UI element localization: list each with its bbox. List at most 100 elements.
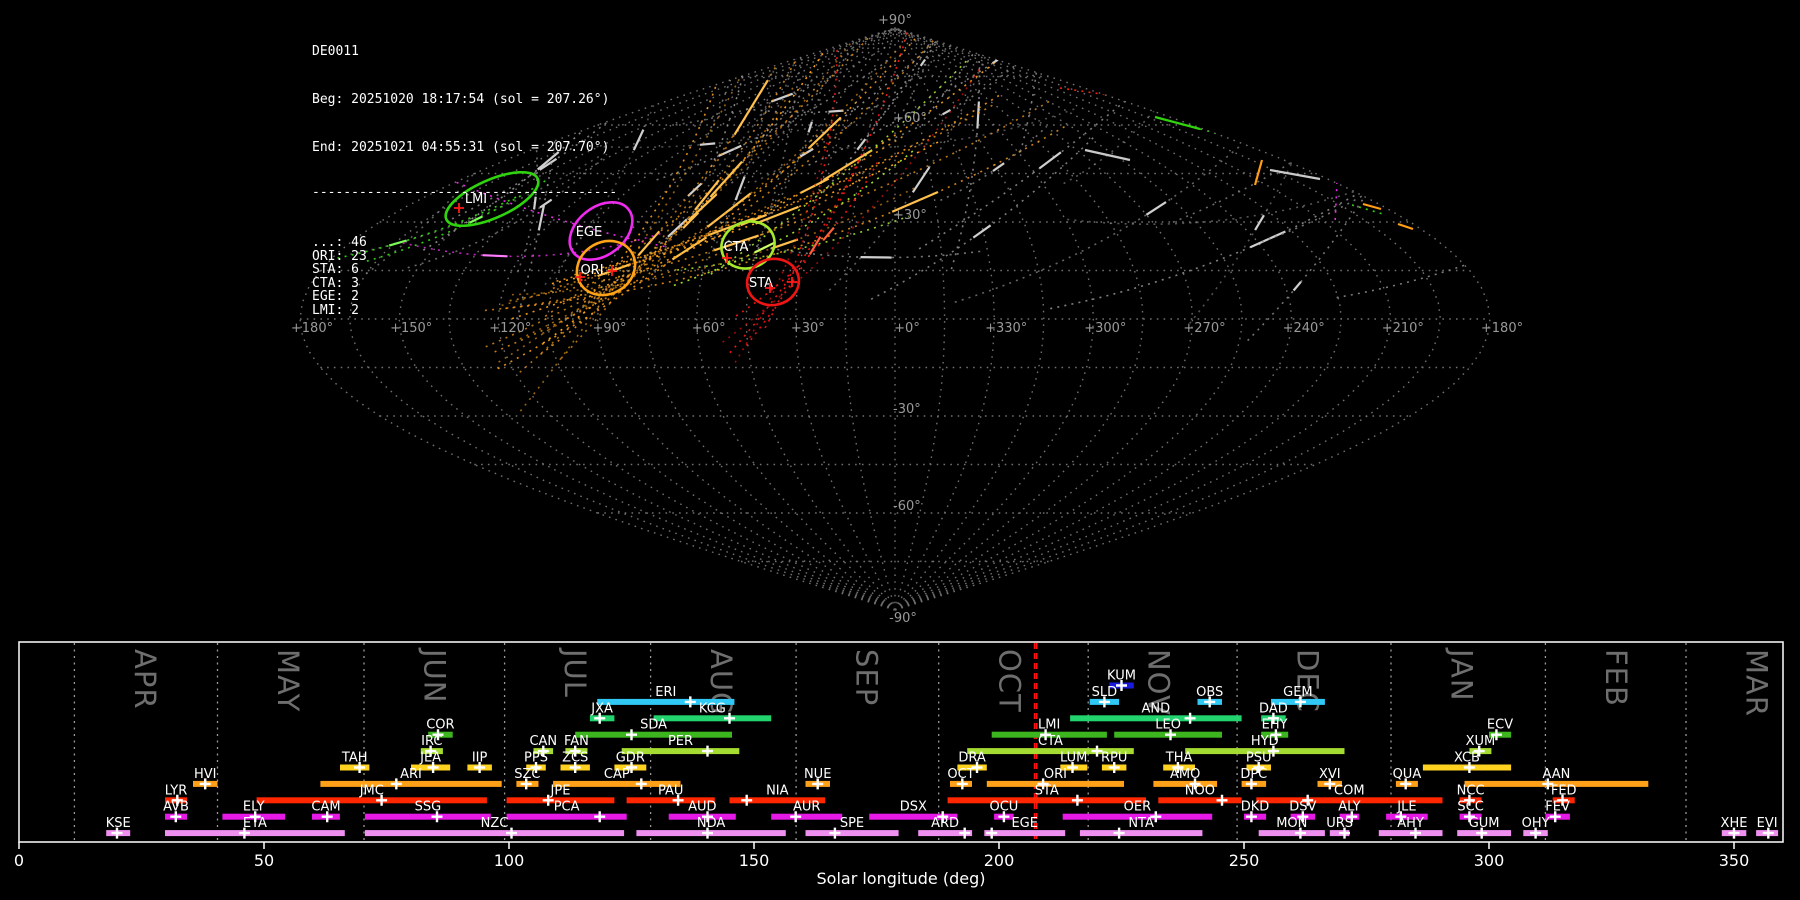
lon-tick-label: +300° xyxy=(1084,321,1126,336)
month-label-APR: APR xyxy=(128,649,162,709)
peak-marker-NOO xyxy=(1216,794,1228,806)
x-tick-label-0: 0 xyxy=(14,851,24,870)
shower-label-LMI: LMI xyxy=(1038,718,1060,733)
sporadic-trail-meteor xyxy=(745,35,754,61)
shower-count-row: EGE: 2 xyxy=(312,289,359,304)
shower-count-row: ...: 46 xyxy=(312,235,367,250)
shower-label-SZC: SZC xyxy=(514,767,540,782)
peak-marker-SPE xyxy=(829,827,841,839)
shower-label-OER: OER xyxy=(1124,800,1151,815)
shower-label-JLE: JLE xyxy=(1396,800,1416,815)
lat-tick-label: -30° xyxy=(893,402,921,417)
sporadic-trail xyxy=(1336,174,1490,299)
shower-label-AHY: AHY xyxy=(1397,816,1424,831)
x-axis-title: Solar longitude (deg) xyxy=(817,869,986,888)
shower-label-PER: PER xyxy=(668,734,693,749)
lat-tick-label: +60° xyxy=(893,111,927,126)
stray-meteor-trail xyxy=(1199,128,1246,141)
shower-label-AAN: AAN xyxy=(1542,767,1570,782)
shower-label-ETA: ETA xyxy=(243,816,267,831)
radiant-label-CTA: CTA xyxy=(724,240,749,255)
shower-label-KCG: KCG xyxy=(699,701,726,716)
trail-CTA xyxy=(710,57,971,275)
shower-label-NCC: NCC xyxy=(1457,783,1485,798)
shower-label-SCC: SCC xyxy=(1457,800,1483,815)
lon-tick-label: +240° xyxy=(1283,321,1325,336)
sporadic-trail xyxy=(1050,187,1367,310)
lon-tick-label: +270° xyxy=(1183,321,1225,336)
sporadic-trail-meteor xyxy=(1039,28,1043,33)
end-line: End: 20251021 04:55:31 (sol = 207.70°) xyxy=(312,140,610,155)
shower-label-OBS: OBS xyxy=(1196,685,1223,700)
trail-ORI-meteor xyxy=(709,160,743,198)
shower-label-GDR: GDR xyxy=(616,751,645,766)
lat-tick-label: +30° xyxy=(893,208,927,223)
peak-marker-ERI xyxy=(684,696,696,708)
sporadic-trail xyxy=(1019,28,1043,153)
shower-label-PPS: PPS xyxy=(524,751,548,766)
trail-STA xyxy=(722,66,982,343)
peak-marker-NIA xyxy=(741,794,753,806)
timeline-chart: APR MAY JUN JUL AUG SEP OCT NOV DEC JAN FEB MARKUME… xyxy=(14,641,1784,888)
shower-label-DSX: DSX xyxy=(900,800,927,815)
observation-header: DE0011 Beg: 20251020 18:17:54 (sol = 207… xyxy=(312,12,617,349)
shower-count-row: LMI: 2 xyxy=(312,302,359,318)
sporadic-trail-meteor xyxy=(972,224,992,239)
shower-label-CAN: CAN xyxy=(529,734,557,749)
trail-ORI-meteor xyxy=(755,205,799,225)
shower-label-ERI: ERI xyxy=(655,685,676,700)
sporadic-trail xyxy=(808,28,1163,166)
shower-label-SDA: SDA xyxy=(640,718,667,733)
shower-label-DPC: DPC xyxy=(1240,767,1267,782)
shower-label-XUM: XUM xyxy=(1466,734,1496,749)
lon-tick-label: +330° xyxy=(985,321,1027,336)
shower-label-STA: STA xyxy=(1035,783,1059,798)
shower-label-SPE: SPE xyxy=(840,816,864,831)
stray-meteor-trail xyxy=(1269,168,1321,181)
peak-marker-CAP xyxy=(635,778,647,790)
lon-tick-label: +0° xyxy=(894,321,920,336)
trail-ORI-meteor xyxy=(808,116,842,149)
shower-label-KSE: KSE xyxy=(106,816,131,831)
shower-label-NUE: NUE xyxy=(804,767,831,782)
lon-tick-label: +30° xyxy=(791,321,825,336)
peak-marker-PER xyxy=(702,745,713,757)
shower-label-LEO: LEO xyxy=(1155,718,1181,733)
shower-label-CAP: CAP xyxy=(604,767,630,782)
shower-label-EVI: EVI xyxy=(1757,816,1778,831)
sporadic-trail-meteor xyxy=(976,101,980,129)
peak-marker-NTA xyxy=(1113,827,1125,839)
sporadic-trail xyxy=(769,28,857,128)
sporadic-trail-meteor xyxy=(938,28,962,40)
sporadic-trail-meteor xyxy=(935,28,941,31)
shower-label-CAM: CAM xyxy=(311,800,340,815)
shower-label-URS: URS xyxy=(1326,816,1353,831)
shower-label-DAD: DAD xyxy=(1259,701,1288,716)
meridian-line xyxy=(894,27,1144,611)
shower-label-TAH: TAH xyxy=(341,751,368,766)
x-tick-label-150: 150 xyxy=(739,851,770,870)
x-tick-label-350: 350 xyxy=(1719,851,1750,870)
x-tick-label-100: 100 xyxy=(494,851,525,870)
stray-meteor-trail xyxy=(1334,181,1338,225)
shower-label-COM: COM xyxy=(1334,783,1365,798)
shower-label-LUM: LUM xyxy=(1060,751,1087,766)
shower-label-NZC: NZC xyxy=(481,816,509,831)
sporadic-trail xyxy=(1063,71,1183,185)
shower-label-EGE: EGE xyxy=(1011,816,1038,831)
meteor-observation-screen: LMI EGE ORI CTA STA +90° -90° +60° +30° -30° -60° +… xyxy=(0,0,1800,900)
month-label-OCT: OCT xyxy=(992,649,1026,713)
stray-meteor-trail xyxy=(1154,115,1201,131)
sporadic-trail-meteor xyxy=(734,176,746,201)
lon-tick-label: +180° xyxy=(1481,321,1523,336)
lon-tick-label: +60° xyxy=(692,321,726,336)
shower-label-JMC: JMC xyxy=(359,783,384,798)
sporadic-trail xyxy=(755,28,809,257)
shower-label-ARI: ARI xyxy=(400,767,422,782)
shower-count-row: CTA: 3 xyxy=(312,275,359,291)
sporadic-trail-meteor xyxy=(1254,214,1265,231)
shower-label-NIA: NIA xyxy=(766,783,789,798)
shower-label-AND: AND xyxy=(1141,701,1170,716)
lon-tick-label: +210° xyxy=(1382,321,1424,336)
trail-STA-meteor xyxy=(822,226,835,241)
